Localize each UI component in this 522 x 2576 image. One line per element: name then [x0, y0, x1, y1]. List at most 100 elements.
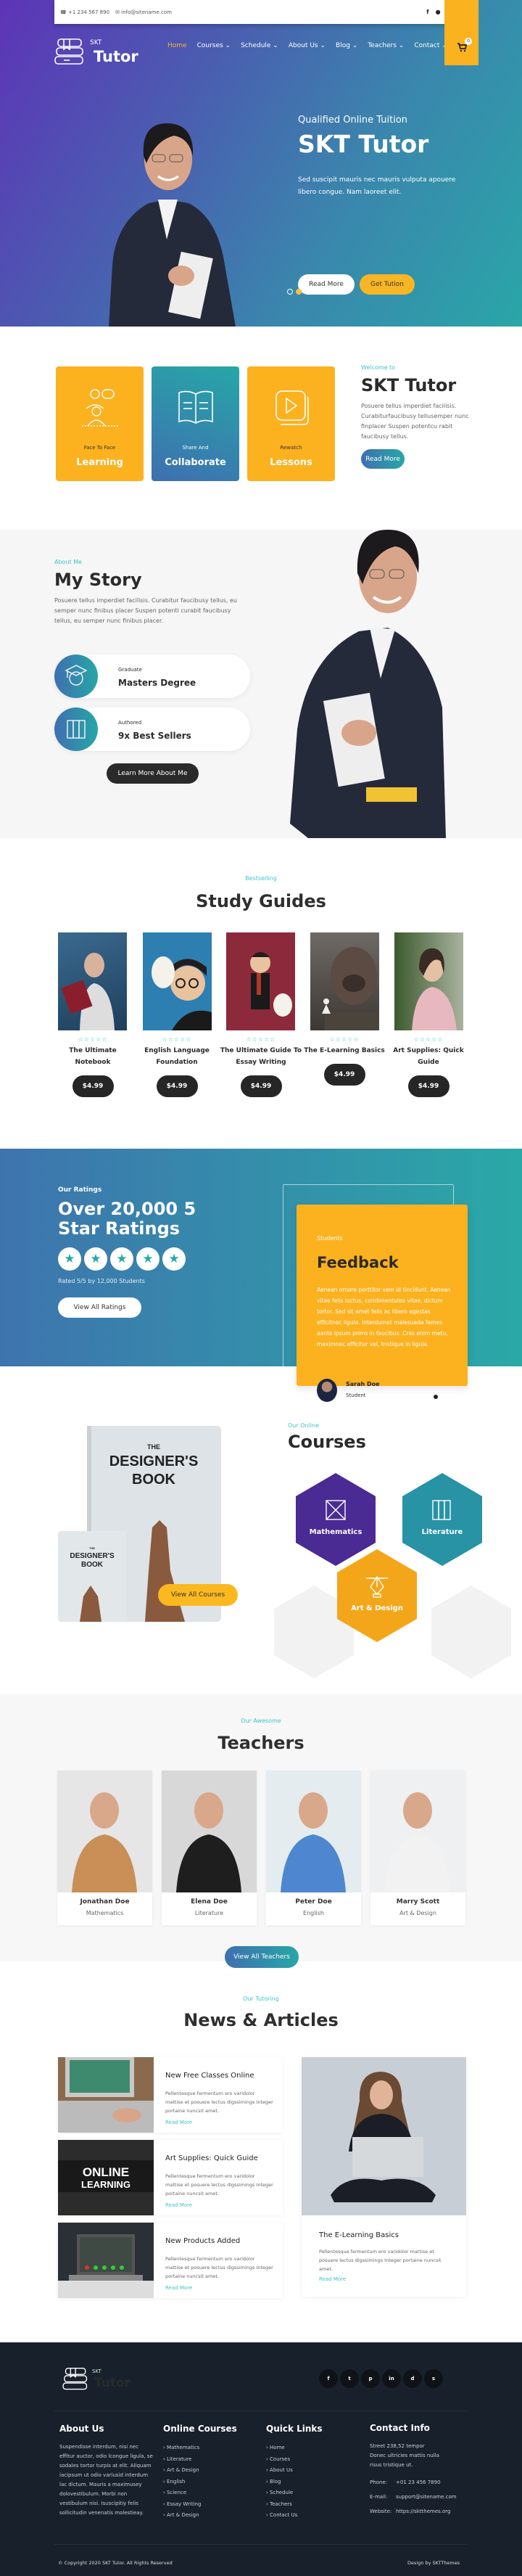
rating-stars: ☆☆☆☆☆: [78, 1036, 108, 1043]
nav-item[interactable]: Schedule ⌄: [241, 42, 278, 49]
nav-item[interactable]: About Us ⌄: [289, 42, 326, 49]
welcome-read-more-button[interactable]: Read More: [361, 449, 405, 469]
hero-subtitle: Qualified Online Tuition: [298, 115, 408, 126]
logo-big: Tutor: [94, 48, 138, 65]
slider-dot[interactable]: [427, 1395, 431, 1399]
news-read-more[interactable]: Read More: [165, 2120, 192, 2125]
mail-icon: ✉: [115, 9, 122, 15]
site-logo[interactable]: SKT Tutor: [54, 38, 138, 68]
linkedin-icon[interactable]: in: [382, 2369, 401, 2388]
featured-news-read-more[interactable]: Read More: [319, 2276, 346, 2282]
guide-title[interactable]: The Ultimate Guide To Essay Writing: [219, 1045, 303, 1068]
footer-course-link[interactable]: Art & Design: [163, 2465, 237, 2477]
footer-phone[interactable]: +01 23 456 7890: [396, 2479, 441, 2485]
slider-dot[interactable]: [434, 1395, 438, 1399]
guide-title[interactable]: The Ultimate Notebook: [51, 1045, 135, 1068]
guide-title[interactable]: The E-Learning Basics: [302, 1045, 386, 1057]
guide-title[interactable]: English Language Foundation: [135, 1045, 219, 1068]
learn-more-about-me-button[interactable]: Learn More About Me: [107, 763, 199, 784]
book-cover[interactable]: [226, 932, 295, 1030]
course-mathematics[interactable]: Mathematics: [296, 1473, 376, 1566]
course-literature[interactable]: Literature: [402, 1473, 482, 1566]
twitter-icon[interactable]: t: [340, 2369, 359, 2388]
teacher-subject: English: [303, 1910, 324, 1916]
skype-icon[interactable]: s: [424, 2369, 443, 2388]
nav-item[interactable]: Blog ⌄: [336, 42, 357, 49]
view-all-ratings-button[interactable]: View All Ratings: [58, 1297, 141, 1318]
slider-dot[interactable]: [296, 289, 302, 295]
teacher-card[interactable]: Peter Doe English: [266, 1771, 361, 1925]
footer-course-link[interactable]: Literature: [163, 2454, 237, 2466]
facebook-icon[interactable]: f: [319, 2369, 338, 2388]
pinterest-icon[interactable]: p: [361, 2369, 380, 2388]
price-button[interactable]: $4.99: [72, 1075, 114, 1097]
star-icon: ★: [84, 1247, 107, 1271]
teacher-card[interactable]: Jonathan Doe Mathematics: [57, 1771, 152, 1925]
facebook-icon[interactable]: f: [426, 9, 428, 15]
footer-quick-link[interactable]: Home: [266, 2442, 323, 2454]
news-read-more[interactable]: Read More: [165, 2285, 192, 2291]
reviewer-role: Student: [346, 1392, 366, 1398]
book-cover[interactable]: [394, 932, 463, 1030]
get-tution-button[interactable]: Get Tution: [360, 274, 415, 295]
view-all-courses-button[interactable]: View All Courses: [158, 1584, 238, 1606]
footer-course-link[interactable]: Essay Writing: [163, 2499, 237, 2511]
svg-text:DESIGNER'S: DESIGNER'S: [70, 1552, 115, 1560]
feature-card-learning[interactable]: Face To Face Learning: [56, 366, 144, 481]
footer-quick-link[interactable]: Blog: [266, 2477, 323, 2488]
topbar-phone[interactable]: +1 234 567 890: [68, 9, 109, 15]
stat-value: 9x Best Sellers: [118, 731, 191, 741]
price-button[interactable]: $4.99: [156, 1075, 198, 1097]
footer-course-link[interactable]: Art & Design: [163, 2510, 237, 2522]
topbar-email[interactable]: info@sitename.com: [121, 9, 172, 15]
footer-course-link[interactable]: English: [163, 2477, 237, 2488]
guide-title[interactable]: Art Supplies: Quick Guide: [386, 1045, 471, 1068]
news-item[interactable]: ONLINE LEARNING Art Supplies: Quick Guide…: [58, 2140, 283, 2215]
pinterest-icon[interactable]: ●: [436, 9, 441, 15]
teacher-card[interactable]: Elena Doe Literature: [162, 1771, 257, 1925]
price-button[interactable]: $4.99: [323, 1064, 365, 1086]
news-excerpt: Pellentesque fermentum ero varidolor mat…: [165, 2173, 273, 2196]
teacher-subject: Art & Design: [399, 1910, 436, 1916]
footer-quick-link[interactable]: About Us: [266, 2465, 323, 2477]
view-all-teachers-button[interactable]: View All Teachers: [225, 1946, 299, 1968]
cart-button[interactable]: 0: [444, 0, 478, 65]
dribbble-icon[interactable]: d: [403, 2369, 422, 2388]
star-icon: ★: [58, 1247, 81, 1271]
slider-dot[interactable]: [287, 289, 293, 295]
nav-item[interactable]: Home: [167, 42, 187, 49]
footer-quick-link[interactable]: Contact Us: [266, 2510, 323, 2522]
rating-stars: ☆☆☆☆☆: [162, 1036, 192, 1043]
news-read-more[interactable]: Read More: [165, 2202, 192, 2208]
footer-quick-link[interactable]: Teachers: [266, 2499, 323, 2511]
teacher-subject: Literature: [194, 1910, 224, 1916]
footer-email[interactable]: support@sitename.com: [396, 2494, 457, 2500]
footer-quick-link[interactable]: Courses: [266, 2454, 323, 2466]
book-cover[interactable]: [58, 932, 127, 1030]
footer-logo[interactable]: SKT Tutor: [62, 2367, 134, 2396]
footer-course-link[interactable]: Science: [163, 2487, 237, 2499]
news-item[interactable]: New Free Classes Online Pellentesque fer…: [58, 2057, 283, 2133]
footer-website[interactable]: https://sktthemes.org: [396, 2509, 451, 2514]
price-button[interactable]: $4.99: [407, 1075, 450, 1097]
feature-card-lessons[interactable]: Rewatch Lessons: [247, 366, 335, 481]
books-icon: [432, 1500, 451, 1520]
book-cover[interactable]: [310, 932, 379, 1030]
footer-quick-link[interactable]: Schedule: [266, 2487, 323, 2499]
graduate-icon: [54, 655, 98, 698]
book-cover[interactable]: [143, 932, 212, 1030]
copyright: © Copyright 2020 SKT Tutor. All Rights R…: [58, 2560, 173, 2566]
news-item[interactable]: New Products Added Pellentesque fermentu…: [58, 2223, 283, 2298]
design-credit[interactable]: Design by SKTThemes: [407, 2560, 460, 2566]
footer-course-link[interactable]: Mathematics: [163, 2442, 237, 2454]
nav-item[interactable]: Teachers ⌄: [368, 42, 404, 49]
nav-item[interactable]: Contact ⌄: [414, 42, 447, 49]
slider-dot[interactable]: [440, 1395, 444, 1399]
nav-item[interactable]: Courses ⌄: [197, 42, 231, 49]
slider-dot[interactable]: [304, 289, 310, 295]
feature-card-collaborate[interactable]: Share And Collaborate: [152, 366, 239, 481]
teacher-card[interactable]: Marry Scott Art & Design: [370, 1771, 465, 1925]
featured-news-title: The E-Learning Basics: [319, 2231, 399, 2239]
featured-news-item[interactable]: The E-Learning Basics Pellentesque ferme…: [302, 2057, 466, 2297]
price-button[interactable]: $4.99: [240, 1075, 282, 1097]
